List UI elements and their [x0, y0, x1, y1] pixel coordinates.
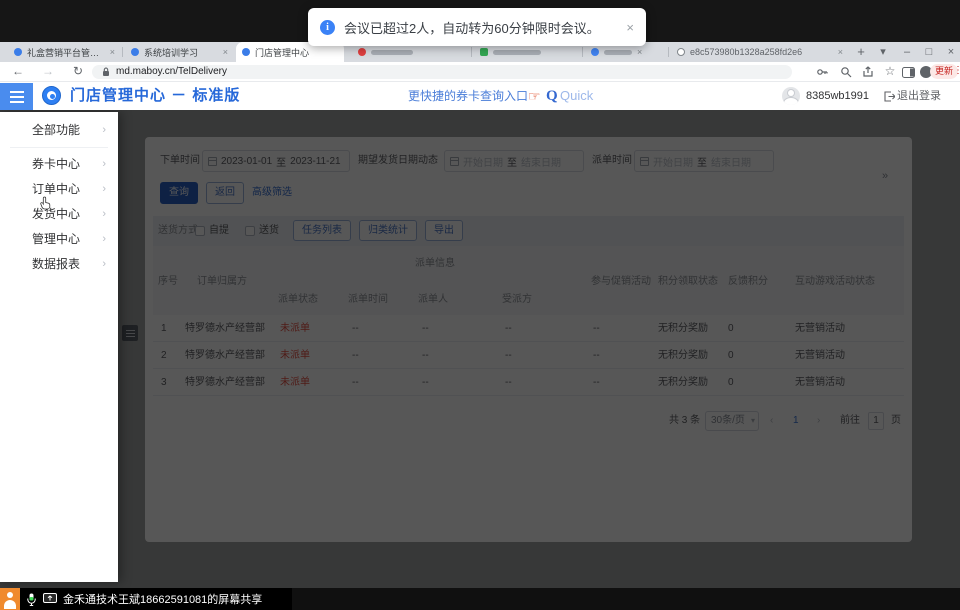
tab-title: 礼盒营销平台管理中心 [27, 46, 105, 59]
tab-close-icon[interactable]: × [637, 47, 642, 57]
tab-title-obscured [493, 50, 541, 55]
sidebar-item-label: 订单中心 [32, 182, 80, 196]
tab-close-icon[interactable]: × [838, 47, 843, 57]
tab-gift-platform[interactable]: 礼盒营销平台管理中心 × [8, 42, 121, 62]
toast-close-icon[interactable]: × [626, 20, 634, 35]
sidebar-item-label: 全部功能 [32, 123, 80, 137]
toast-message: 会议已超过2人，自动转为60分钟限时会议。 [344, 18, 600, 37]
site-favicon [131, 48, 139, 56]
quick-label[interactable]: Quick [560, 82, 593, 110]
tab-title: 系统培训学习 [144, 46, 218, 59]
sidebar-item-all-functions[interactable]: 全部功能 › [0, 118, 118, 143]
sidebar-item-data-reports[interactable]: 数据报表 › [0, 252, 118, 277]
site-favicon [358, 48, 366, 56]
hand-cursor-icon [40, 196, 53, 210]
window-maximize-button[interactable]: □ [920, 42, 938, 62]
screen-share-bar: 金禾通技术王斌18662591081的屏幕共享 [0, 588, 960, 610]
tab-search-caret-icon[interactable]: ▾ [874, 42, 892, 62]
chevron-right-icon: › [102, 177, 106, 202]
new-tab-button[interactable]: + [852, 42, 870, 62]
menu-overlay [0, 110, 960, 588]
side-panel-icon[interactable] [902, 67, 915, 78]
tab-close-icon[interactable]: × [110, 47, 115, 57]
app-title: 门店管理中心 － 标准版 [70, 82, 240, 110]
chevron-right-icon: › [102, 252, 106, 277]
bookmark-star-icon[interactable]: ☆ [882, 62, 898, 82]
logout-icon[interactable] [884, 91, 895, 102]
pointing-hand-icon: ☞ [528, 82, 541, 110]
quick-q-icon[interactable]: Q [546, 82, 558, 110]
lock-icon [102, 67, 110, 77]
site-favicon [480, 48, 488, 56]
tab-training[interactable]: 系统培训学习 × [125, 42, 234, 62]
browser-toolbar: ← → ↻ md.maboy.cn/TelDelivery ☆ 更新 ⋮ [0, 62, 960, 82]
site-favicon [14, 48, 22, 56]
tab-title-obscured [371, 50, 413, 55]
chevron-right-icon: › [102, 202, 106, 227]
chevron-right-icon: › [102, 118, 106, 143]
tab-divider [582, 47, 583, 57]
tab-hash[interactable]: e8c573980b1328a258fd2e6 × [671, 42, 849, 62]
microphone-icon [27, 593, 36, 606]
address-bar[interactable]: md.maboy.cn/TelDelivery [92, 65, 792, 79]
update-label: 更新 [935, 66, 953, 76]
password-key-icon[interactable] [816, 66, 828, 78]
user-avatar[interactable] [782, 87, 800, 105]
share-icon[interactable] [862, 66, 874, 78]
page-content: 下单时间 2023-01-01 至 2023-11-21 期望发货日期动态 开始… [0, 110, 960, 588]
reload-icon[interactable]: ↻ [70, 62, 86, 82]
chevron-right-icon: › [102, 227, 106, 252]
sidebar-item-order-center[interactable]: 订单中心 › [0, 177, 118, 202]
tab-title: e8c573980b1328a258fd2e6 [690, 47, 833, 57]
sidebar-item-management-center[interactable]: 管理中心 › [0, 227, 118, 252]
sharer-avatar-icon [0, 588, 20, 610]
forward-icon[interactable]: → [40, 62, 56, 82]
tab-divider [668, 47, 669, 57]
url-text: md.maboy.cn/TelDelivery [116, 65, 227, 79]
tab-close-icon[interactable]: × [223, 47, 228, 57]
chevron-right-icon: › [102, 152, 106, 177]
window-minimize-button[interactable]: – [898, 42, 916, 62]
sidebar-item-label: 管理中心 [32, 232, 80, 246]
tab-divider [122, 47, 123, 57]
screen-share-icon [43, 593, 57, 605]
app-header: 门店管理中心 － 标准版 更快捷的券卡查询入口 ☞ Q Quick 8385wb… [0, 82, 960, 110]
site-favicon [242, 48, 250, 56]
app-logo [42, 86, 61, 105]
zoom-icon[interactable] [840, 66, 852, 78]
username-text: 8385wb1991 [806, 82, 869, 110]
screen-share-text: 金禾通技术王斌18662591081的屏幕共享 [63, 591, 262, 607]
window-close-button[interactable]: × [942, 42, 960, 62]
globe-favicon [677, 48, 685, 56]
meeting-toast: i 会议已超过2人，自动转为60分钟限时会议。 × [308, 8, 646, 46]
tab-divider [471, 47, 472, 57]
site-favicon [591, 48, 599, 56]
screen-share-pill: 金禾通技术王斌18662591081的屏幕共享 [0, 588, 292, 610]
back-icon[interactable]: ← [10, 62, 26, 82]
sidebar-divider [10, 147, 108, 148]
tab-title-obscured [604, 50, 632, 55]
sidebar-item-coupon-center[interactable]: 券卡中心 › [0, 152, 118, 177]
sidebar-menu: 全部功能 › 券卡中心 › 订单中心 › 发货中心 › 管理中心 › 数据报表 … [0, 112, 118, 582]
coupon-query-link[interactable]: 更快捷的券卡查询入口 [408, 82, 528, 110]
info-icon: i [320, 20, 335, 35]
kebab-menu-icon[interactable]: ⋮ [953, 65, 960, 76]
sidebar-item-shipping-center[interactable]: 发货中心 › [0, 202, 118, 227]
sidebar-item-label: 数据报表 [32, 257, 80, 271]
hamburger-menu-button[interactable] [0, 83, 33, 110]
tab-title: 门店管理中心 [255, 46, 338, 59]
sidebar-item-label: 券卡中心 [32, 157, 80, 171]
logout-button[interactable]: 退出登录 [897, 82, 941, 110]
